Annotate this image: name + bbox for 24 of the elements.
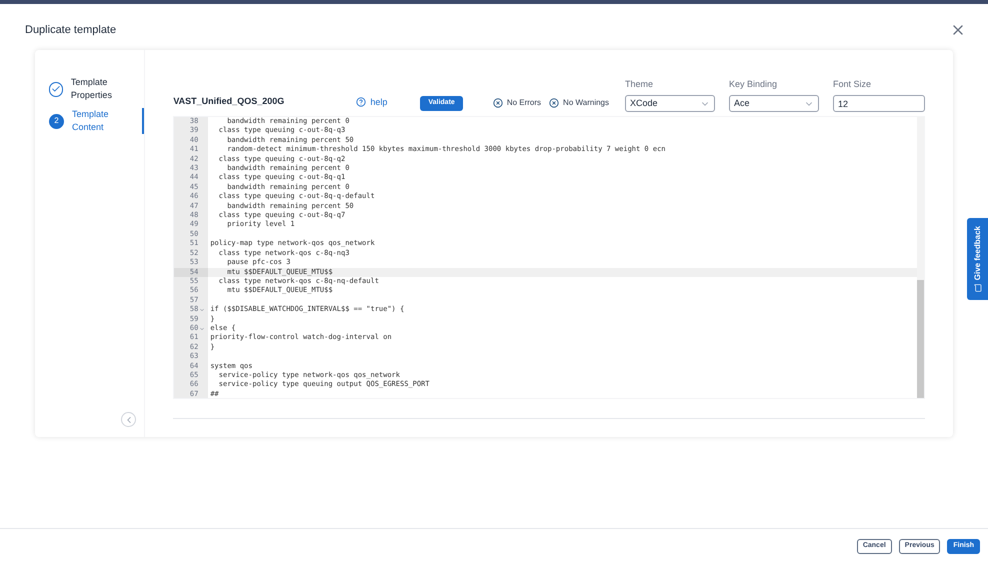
dropdown[interactable]: Ace: [729, 95, 819, 112]
warnings-status: No Warnings: [563, 97, 609, 109]
errors-status: No Errors: [506, 97, 542, 109]
help-icon: [356, 97, 366, 108]
chat-icon: [974, 284, 982, 292]
font-size-field[interactable]: 12: [833, 95, 925, 112]
dropdown[interactable]: XCode: [625, 95, 715, 112]
help-link[interactable]: help: [356, 96, 412, 109]
error-icon: [492, 98, 503, 108]
code-editor[interactable]: [173, 116, 925, 399]
template-name: VAST_Unified_QOS_200G: [173, 94, 286, 108]
warning-icon: [549, 98, 560, 108]
check-icon: [50, 84, 61, 94]
step-number: 2: [49, 114, 64, 128]
fold-icon[interactable]: [199, 307, 206, 314]
step-item[interactable]: Template Properties: [35, 76, 144, 102]
collapse-button[interactable]: [121, 412, 136, 427]
dialog-title: Duplicate template: [25, 22, 116, 38]
field-label: Key Binding: [729, 78, 778, 91]
field-label: Theme: [625, 78, 654, 90]
feedback-tab[interactable]: Give feedback: [967, 218, 988, 300]
field-label: Font Size: [833, 78, 872, 90]
fold-icon[interactable]: [199, 326, 206, 332]
step-item[interactable]: 2 Template Content: [35, 108, 144, 134]
